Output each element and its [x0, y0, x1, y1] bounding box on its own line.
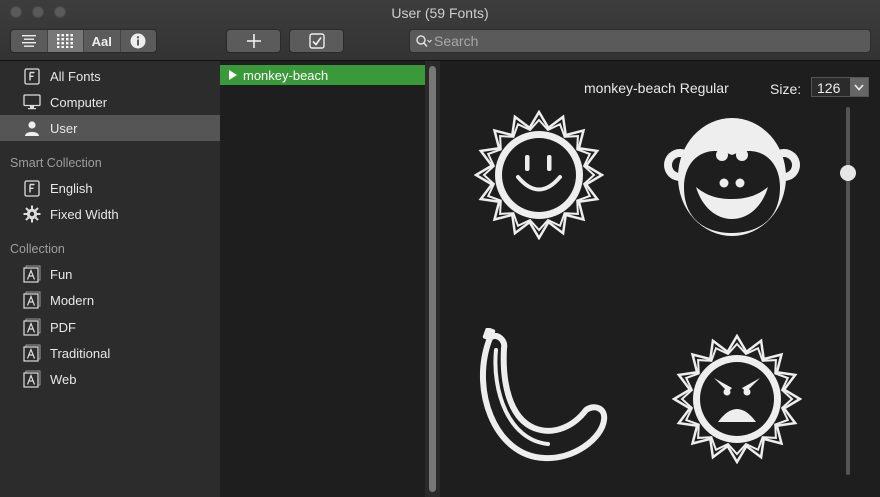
font-collection-icon — [23, 291, 41, 309]
sidebar: All Fonts Computer User Smart Collection… — [0, 61, 220, 497]
sidebar-item-web[interactable]: Web — [0, 366, 220, 392]
titlebar: User (59 Fonts) AaI Search — [0, 0, 880, 61]
grid-view-button[interactable] — [46, 30, 83, 52]
collection-header: Collection — [10, 242, 65, 256]
search-field[interactable] — [409, 29, 871, 53]
sidebar-item-label: All Fonts — [50, 68, 101, 84]
glyph-angry-sun — [672, 334, 802, 464]
sidebar-item-label: Fixed Width — [50, 206, 119, 222]
sidebar-item-computer[interactable]: Computer — [0, 89, 220, 115]
font-list-scrollbar[interactable] — [429, 66, 436, 492]
smart-collection-header: Smart Collection — [10, 156, 102, 170]
sidebar-item-label: Computer — [50, 94, 108, 110]
font-list: monkey-beach — [220, 61, 425, 497]
font-file-icon — [23, 179, 41, 197]
sample-view-label: AaI — [91, 33, 112, 49]
chevron-down-icon — [854, 83, 864, 91]
search-icon — [416, 35, 432, 48]
sidebar-item-label: PDF — [50, 319, 76, 335]
sidebar-item-label: Fun — [50, 266, 73, 282]
font-collection-icon — [23, 370, 41, 388]
glyph-smiling-sun — [474, 110, 604, 240]
size-slider-track[interactable] — [846, 107, 850, 475]
sidebar-item-modern[interactable]: Modern — [0, 287, 220, 313]
sidebar-item-label: User — [50, 120, 78, 136]
user-icon — [23, 119, 41, 137]
disclosure-triangle-icon[interactable] — [229, 70, 237, 80]
sidebar-item-label: Traditional — [50, 345, 111, 361]
info-icon — [130, 33, 146, 49]
preview-font-name: monkey-beach Regular — [584, 80, 729, 96]
sidebar-item-english[interactable]: English — [0, 175, 220, 201]
font-file-icon — [23, 67, 41, 85]
sample-view-button[interactable]: AaI — [83, 30, 120, 52]
plus-icon — [246, 34, 261, 48]
sidebar-item-all-fonts[interactable]: All Fonts — [0, 63, 220, 89]
add-font-button[interactable] — [226, 29, 281, 53]
font-family-label: monkey-beach — [243, 67, 329, 83]
sidebar-item-traditional[interactable]: Traditional — [0, 340, 220, 366]
font-book-window: User (59 Fonts) AaI Search All Fonts Com… — [0, 0, 880, 497]
sidebar-item-fun[interactable]: Fun — [0, 261, 220, 287]
grid-view-icon — [57, 34, 74, 48]
window-title: User (59 Fonts) — [391, 5, 489, 21]
view-mode-segmented-control: AaI — [10, 29, 157, 53]
info-view-button[interactable] — [119, 30, 157, 52]
sidebar-item-label: Modern — [50, 292, 95, 308]
search-input[interactable] — [434, 30, 854, 52]
monitor-icon — [23, 93, 41, 111]
font-collection-icon — [23, 318, 41, 336]
glyph-banana — [480, 328, 608, 462]
size-label: Size: — [770, 81, 802, 97]
list-view-icon — [21, 35, 36, 47]
sidebar-item-user[interactable]: User — [0, 115, 220, 141]
font-collection-icon — [23, 265, 41, 283]
size-combo-box[interactable]: 126 — [811, 77, 869, 97]
size-dropdown-button[interactable] — [850, 78, 868, 96]
glyph-monkey-face — [664, 118, 800, 236]
sidebar-item-pdf[interactable]: PDF — [0, 314, 220, 340]
font-collection-icon — [23, 344, 41, 362]
gear-icon — [23, 205, 41, 223]
sidebar-item-fixed-width[interactable]: Fixed Width — [0, 201, 220, 227]
sidebar-item-label: Web — [50, 371, 77, 387]
checkbox-icon — [308, 33, 325, 49]
list-view-button[interactable] — [11, 30, 47, 52]
size-value: 126 — [817, 80, 841, 96]
font-list-item[interactable]: monkey-beach — [220, 65, 425, 85]
sidebar-item-label: English — [50, 180, 93, 196]
validate-font-button[interactable] — [289, 29, 344, 53]
